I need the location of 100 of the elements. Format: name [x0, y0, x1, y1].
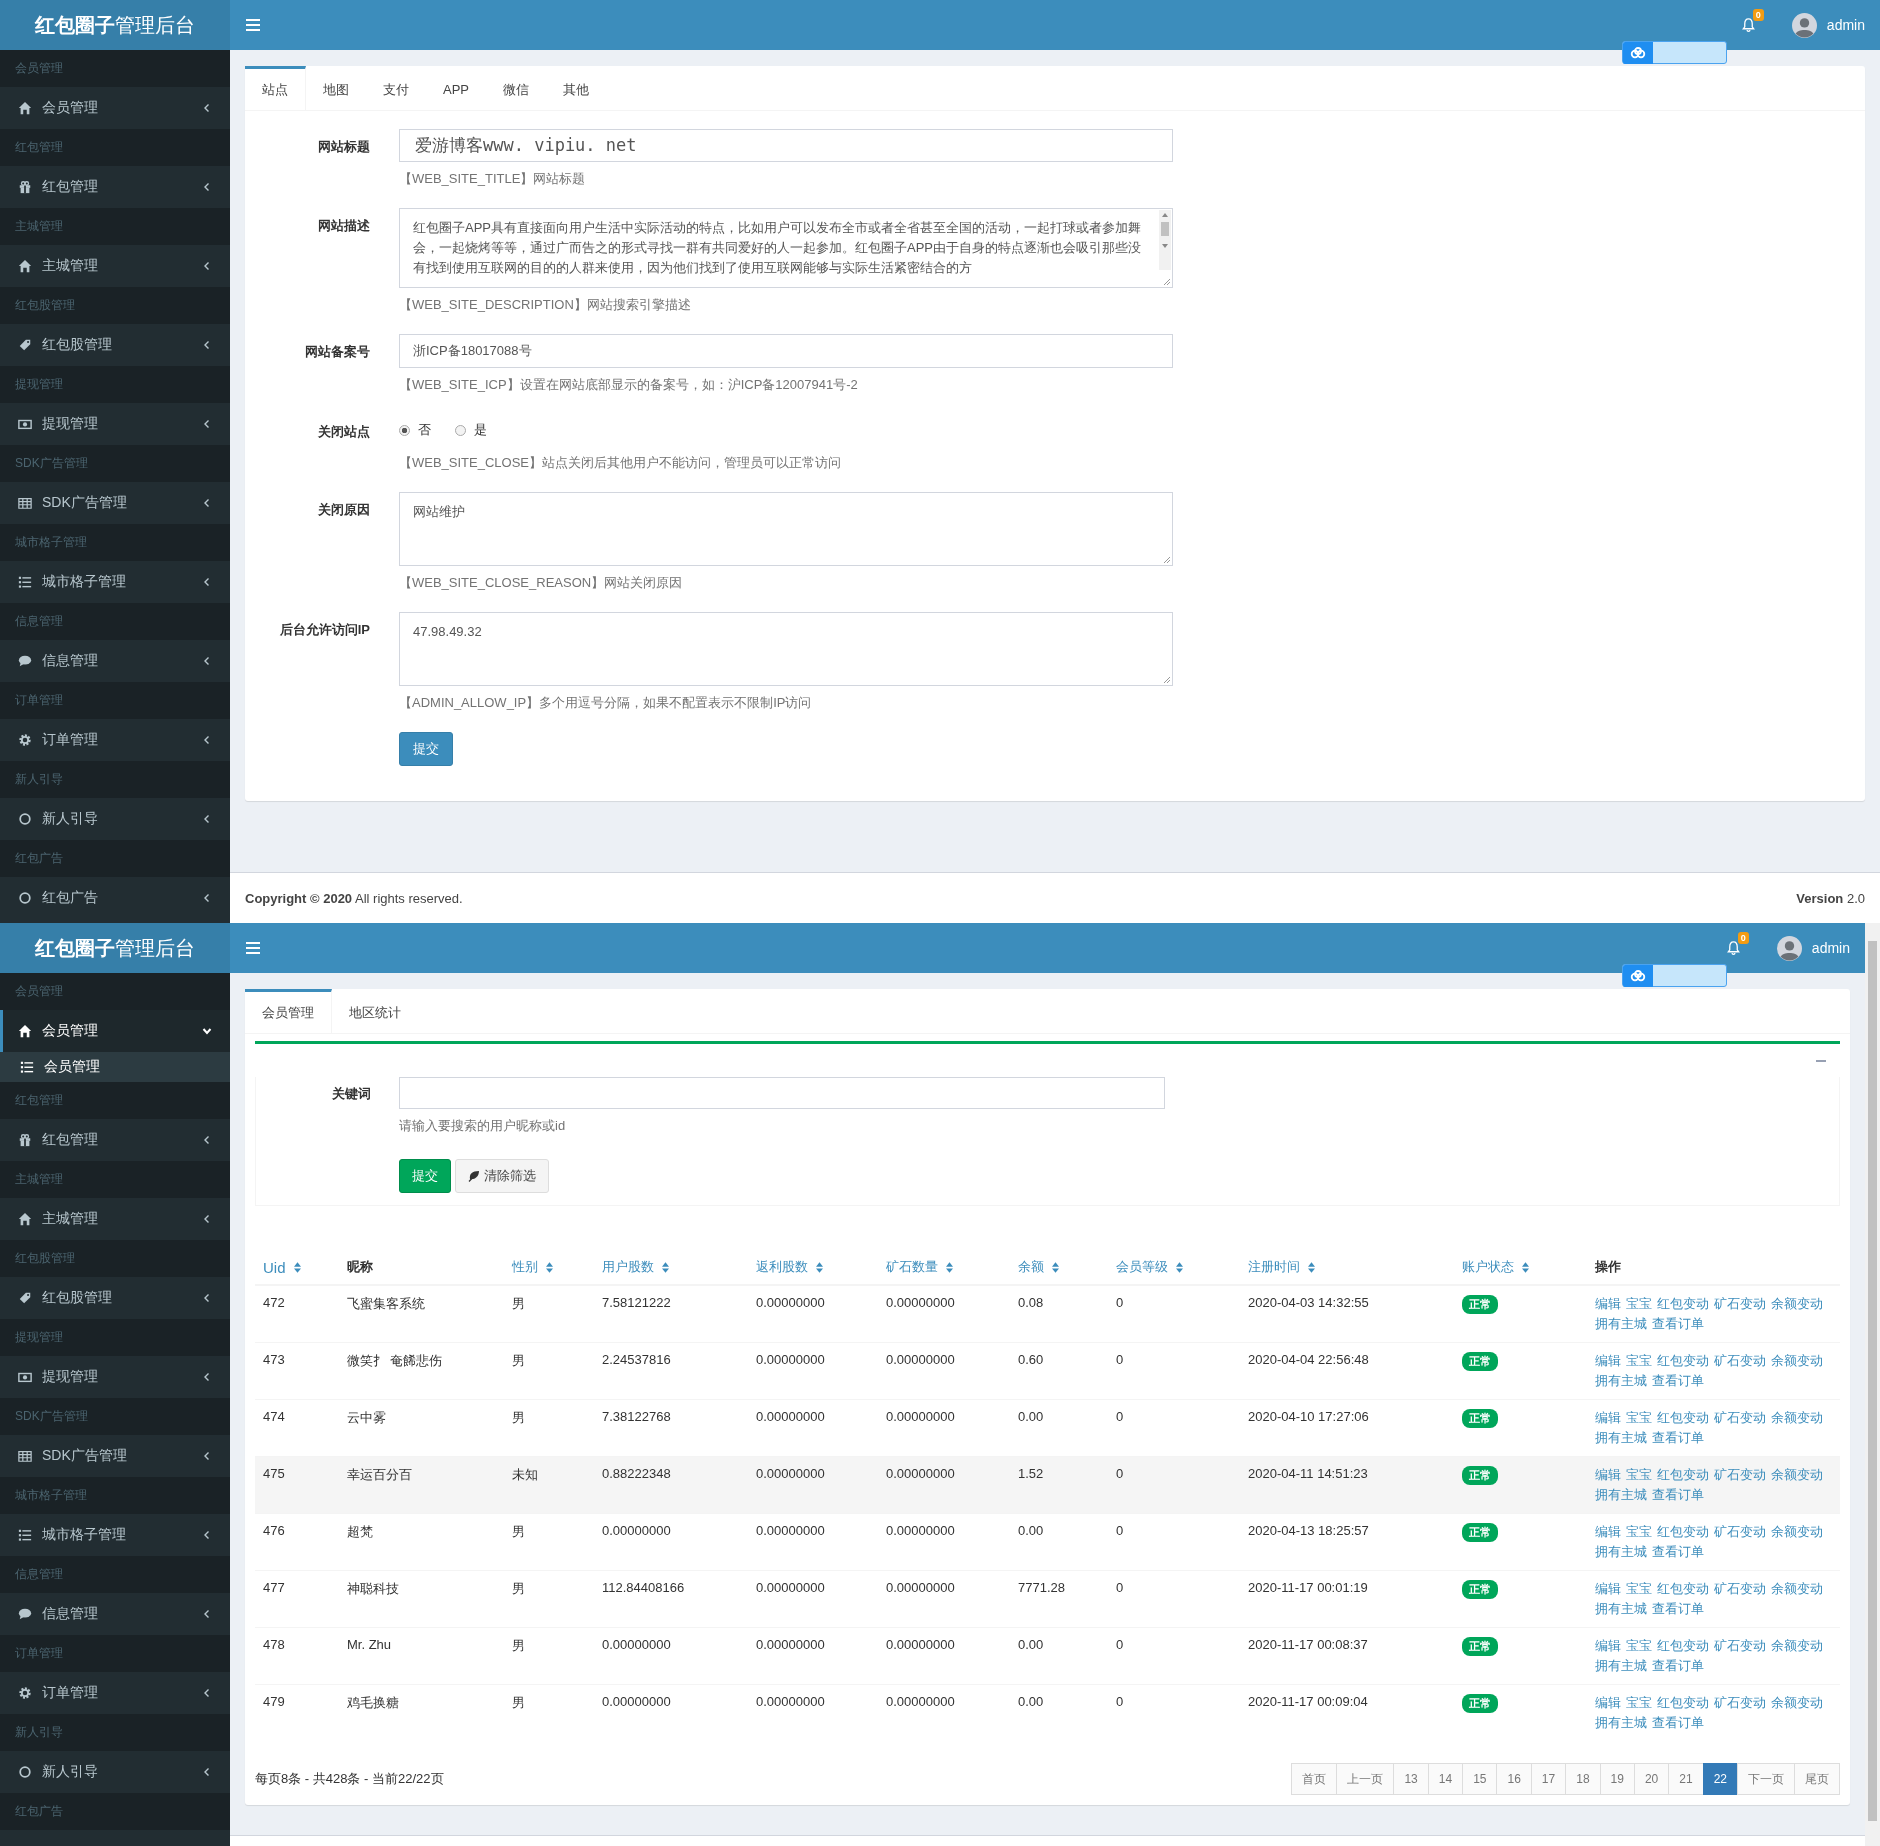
action-link[interactable]: 宝宝	[1626, 1295, 1652, 1313]
page-button[interactable]: 14	[1427, 1763, 1464, 1795]
action-link[interactable]: 宝宝	[1626, 1694, 1652, 1712]
tab[interactable]: APP	[426, 66, 486, 110]
page-button[interactable]: 尾页	[1794, 1763, 1840, 1795]
sidebar-item[interactable]: 红包股管理	[0, 1277, 230, 1319]
action-link[interactable]: 编辑	[1595, 1295, 1621, 1313]
column-header[interactable]: 用户股数	[602, 1258, 654, 1276]
menu-icon[interactable]	[246, 19, 260, 31]
action-link[interactable]: 编辑	[1595, 1352, 1621, 1370]
avatar-icon[interactable]	[1776, 935, 1802, 961]
action-link[interactable]: 拥有主城	[1595, 1714, 1647, 1732]
submenu-item[interactable]: 会员管理	[0, 1052, 230, 1082]
action-link[interactable]: 红包变动	[1657, 1295, 1709, 1313]
text-area[interactable]: 网站维护	[399, 492, 1173, 566]
action-link[interactable]: 余额变动	[1771, 1637, 1823, 1655]
table-row[interactable]: 473 微笑扌 奄餙悲伤 男 2.24537816 0.00000000 0.00000000 0.60 0 2020-04-04 22:56:48 正常 编辑 宝宝 红包变动 矿石变动 余额变动 拥有主城 查看订单	[255, 1342, 1840, 1400]
bell-icon[interactable]	[1740, 17, 1756, 33]
action-link[interactable]: 矿石变动	[1714, 1466, 1766, 1484]
sidebar-item[interactable]: SDK广告管理	[0, 1435, 230, 1477]
action-link[interactable]: 宝宝	[1626, 1580, 1652, 1598]
tab[interactable]: 支付	[366, 66, 426, 110]
sidebar-item[interactable]: 新人引导	[0, 798, 230, 840]
menu-icon[interactable]	[246, 942, 260, 954]
action-link[interactable]: 查看订单	[1652, 1372, 1704, 1390]
radio-button[interactable]	[399, 424, 410, 436]
avatar-icon[interactable]	[1791, 12, 1817, 38]
table-row[interactable]: 476 超梵 男 0.00000000 0.00000000 0.00000000 0.00 0 2020-04-13 18:25:57 正常 编辑 宝宝 红包变动 矿石变动 余额变动 拥有主城 查看订单	[255, 1513, 1840, 1571]
action-link[interactable]: 红包变动	[1657, 1580, 1709, 1598]
tab[interactable]: 站点	[245, 66, 306, 110]
action-link[interactable]: 查看订单	[1652, 1714, 1704, 1732]
action-link[interactable]: 矿石变动	[1714, 1352, 1766, 1370]
action-link[interactable]: 拥有主城	[1595, 1372, 1647, 1390]
brand-logo[interactable]: 红包圈子管理后台	[0, 0, 230, 50]
action-link[interactable]: 查看订单	[1652, 1315, 1704, 1333]
action-link[interactable]: 余额变动	[1771, 1409, 1823, 1427]
page-button[interactable]: 21	[1668, 1763, 1704, 1795]
action-link[interactable]: 拥有主城	[1595, 1543, 1647, 1561]
action-link[interactable]: 余额变动	[1771, 1694, 1823, 1712]
action-link[interactable]: 矿石变动	[1714, 1523, 1766, 1541]
sidebar-item[interactable]: SDK广告管理	[0, 482, 230, 524]
brand-logo[interactable]: 红包圈子管理后台	[0, 923, 230, 973]
action-link[interactable]: 编辑	[1595, 1466, 1621, 1484]
page-button[interactable]: 上一页	[1336, 1763, 1395, 1795]
action-link[interactable]: 编辑	[1595, 1523, 1621, 1541]
action-link[interactable]: 余额变动	[1771, 1523, 1823, 1541]
action-link[interactable]: 余额变动	[1771, 1466, 1823, 1484]
action-link[interactable]: 矿石变动	[1714, 1580, 1766, 1598]
action-link[interactable]: 查看订单	[1652, 1486, 1704, 1504]
user-name[interactable]: admin	[1811, 940, 1850, 956]
action-link[interactable]: 拥有主城	[1595, 1429, 1647, 1447]
text-area[interactable]: 47.98.49.32	[399, 612, 1173, 686]
action-link[interactable]: 红包变动	[1657, 1352, 1709, 1370]
page-button[interactable]: 下一页	[1737, 1763, 1795, 1795]
action-link[interactable]: 拥有主城	[1595, 1657, 1647, 1675]
action-link[interactable]: 矿石变动	[1714, 1637, 1766, 1655]
column-header[interactable]: 余额	[1018, 1258, 1044, 1276]
sidebar-item[interactable]: 红包股管理	[0, 324, 230, 366]
table-row[interactable]: 477 神聪科技 男 112.84408166 0.00000000 0.00000000 7771.28 0 2020-11-17 00:01:19 正常 编辑 宝宝 红包变动 矿石变动 余额变动 拥有主城 查看订单	[255, 1570, 1840, 1628]
table-row[interactable]: 479 鸡毛换糖 男 0.00000000 0.00000000 0.00000000 0.00 0 2020-11-17 00:09:04 正常 编辑 宝宝 红包变动 矿石变动 余额变动 拥有主城 查看订单	[255, 1684, 1840, 1741]
tab[interactable]: 其他	[546, 66, 606, 110]
action-link[interactable]: 红包变动	[1657, 1637, 1709, 1655]
clear-filter-button[interactable]: 清除筛选	[455, 1159, 549, 1193]
sidebar-item[interactable]: 主城管理	[0, 1198, 230, 1240]
tab[interactable]: 微信	[486, 66, 546, 110]
page-button[interactable]: 22	[1702, 1763, 1738, 1795]
table-row[interactable]: 475 幸运百分百 未知 0.88222348 0.00000000 0.00000000 1.52 0 2020-04-11 14:51:23 正常 编辑 宝宝 红包变动 矿石变动 余额变动 拥有主城 查看订单	[255, 1456, 1840, 1514]
sidebar-item[interactable]: 会员管理	[0, 87, 230, 129]
action-link[interactable]: 查看订单	[1652, 1543, 1704, 1561]
action-link[interactable]: 拥有主城	[1595, 1600, 1647, 1618]
sidebar-item[interactable]: 信息管理	[0, 1593, 230, 1635]
sidebar-item[interactable]: 主城管理	[0, 245, 230, 287]
submit-button[interactable]: 提交	[399, 1159, 451, 1193]
action-link[interactable]: 红包变动	[1657, 1466, 1709, 1484]
column-header[interactable]: 注册时间	[1248, 1258, 1300, 1276]
column-header[interactable]: 会员等级	[1116, 1258, 1168, 1276]
action-link[interactable]: 宝宝	[1626, 1466, 1652, 1484]
sidebar-item[interactable]: 提现管理	[0, 403, 230, 445]
sidebar-item[interactable]: 提现管理	[0, 1356, 230, 1398]
action-link[interactable]: 查看订单	[1652, 1657, 1704, 1675]
column-header[interactable]: 账户状态	[1462, 1258, 1514, 1276]
action-link[interactable]: 编辑	[1595, 1637, 1621, 1655]
action-link[interactable]: 编辑	[1595, 1694, 1621, 1712]
action-link[interactable]: 拥有主城	[1595, 1486, 1647, 1504]
action-link[interactable]: 红包变动	[1657, 1409, 1709, 1427]
table-row[interactable]: 472 飞蜜集客系统 男 7.58121222 0.00000000 0.00000000 0.08 0 2020-04-03 14:32:55 正常 编辑 宝宝 红包变动 矿石变动 余额变动 拥有主城 查看订单	[255, 1285, 1840, 1343]
input-field[interactable]: 爱游博客www. vipiu. net	[399, 129, 1173, 162]
action-link[interactable]: 编辑	[1595, 1580, 1621, 1598]
sidebar-item[interactable]: 新人引导	[0, 1751, 230, 1793]
sidebar-item[interactable]: 订单管理	[0, 719, 230, 761]
action-link[interactable]: 编辑	[1595, 1409, 1621, 1427]
page-button[interactable]: 16	[1496, 1763, 1532, 1795]
text-area[interactable]: 红包圈子APP具有直接面向用户生活中实际活动的特点，比如用户可以发布全市或者全省甚至全国的活动，一起打球或者参加舞会，一起烧烤等等，通过广而告之的形式寻找一群有共同爱好的人一起参加。红包圈子APP由于自身的特点逐渐也会吸引那些没有找到使用互联网的目的的人群来使用，因为他们找到了使用互联网能够与实际生活紧密结合的方	[399, 208, 1173, 288]
floating-widget[interactable]	[1622, 41, 1727, 64]
column-header[interactable]: Uid	[263, 1258, 286, 1276]
sidebar-item[interactable]: 城市格子管理	[0, 561, 230, 603]
keyword-field[interactable]	[399, 1077, 1165, 1109]
floating-widget[interactable]	[1622, 964, 1727, 987]
page-button[interactable]: 17	[1530, 1763, 1567, 1795]
action-link[interactable]: 余额变动	[1771, 1580, 1823, 1598]
